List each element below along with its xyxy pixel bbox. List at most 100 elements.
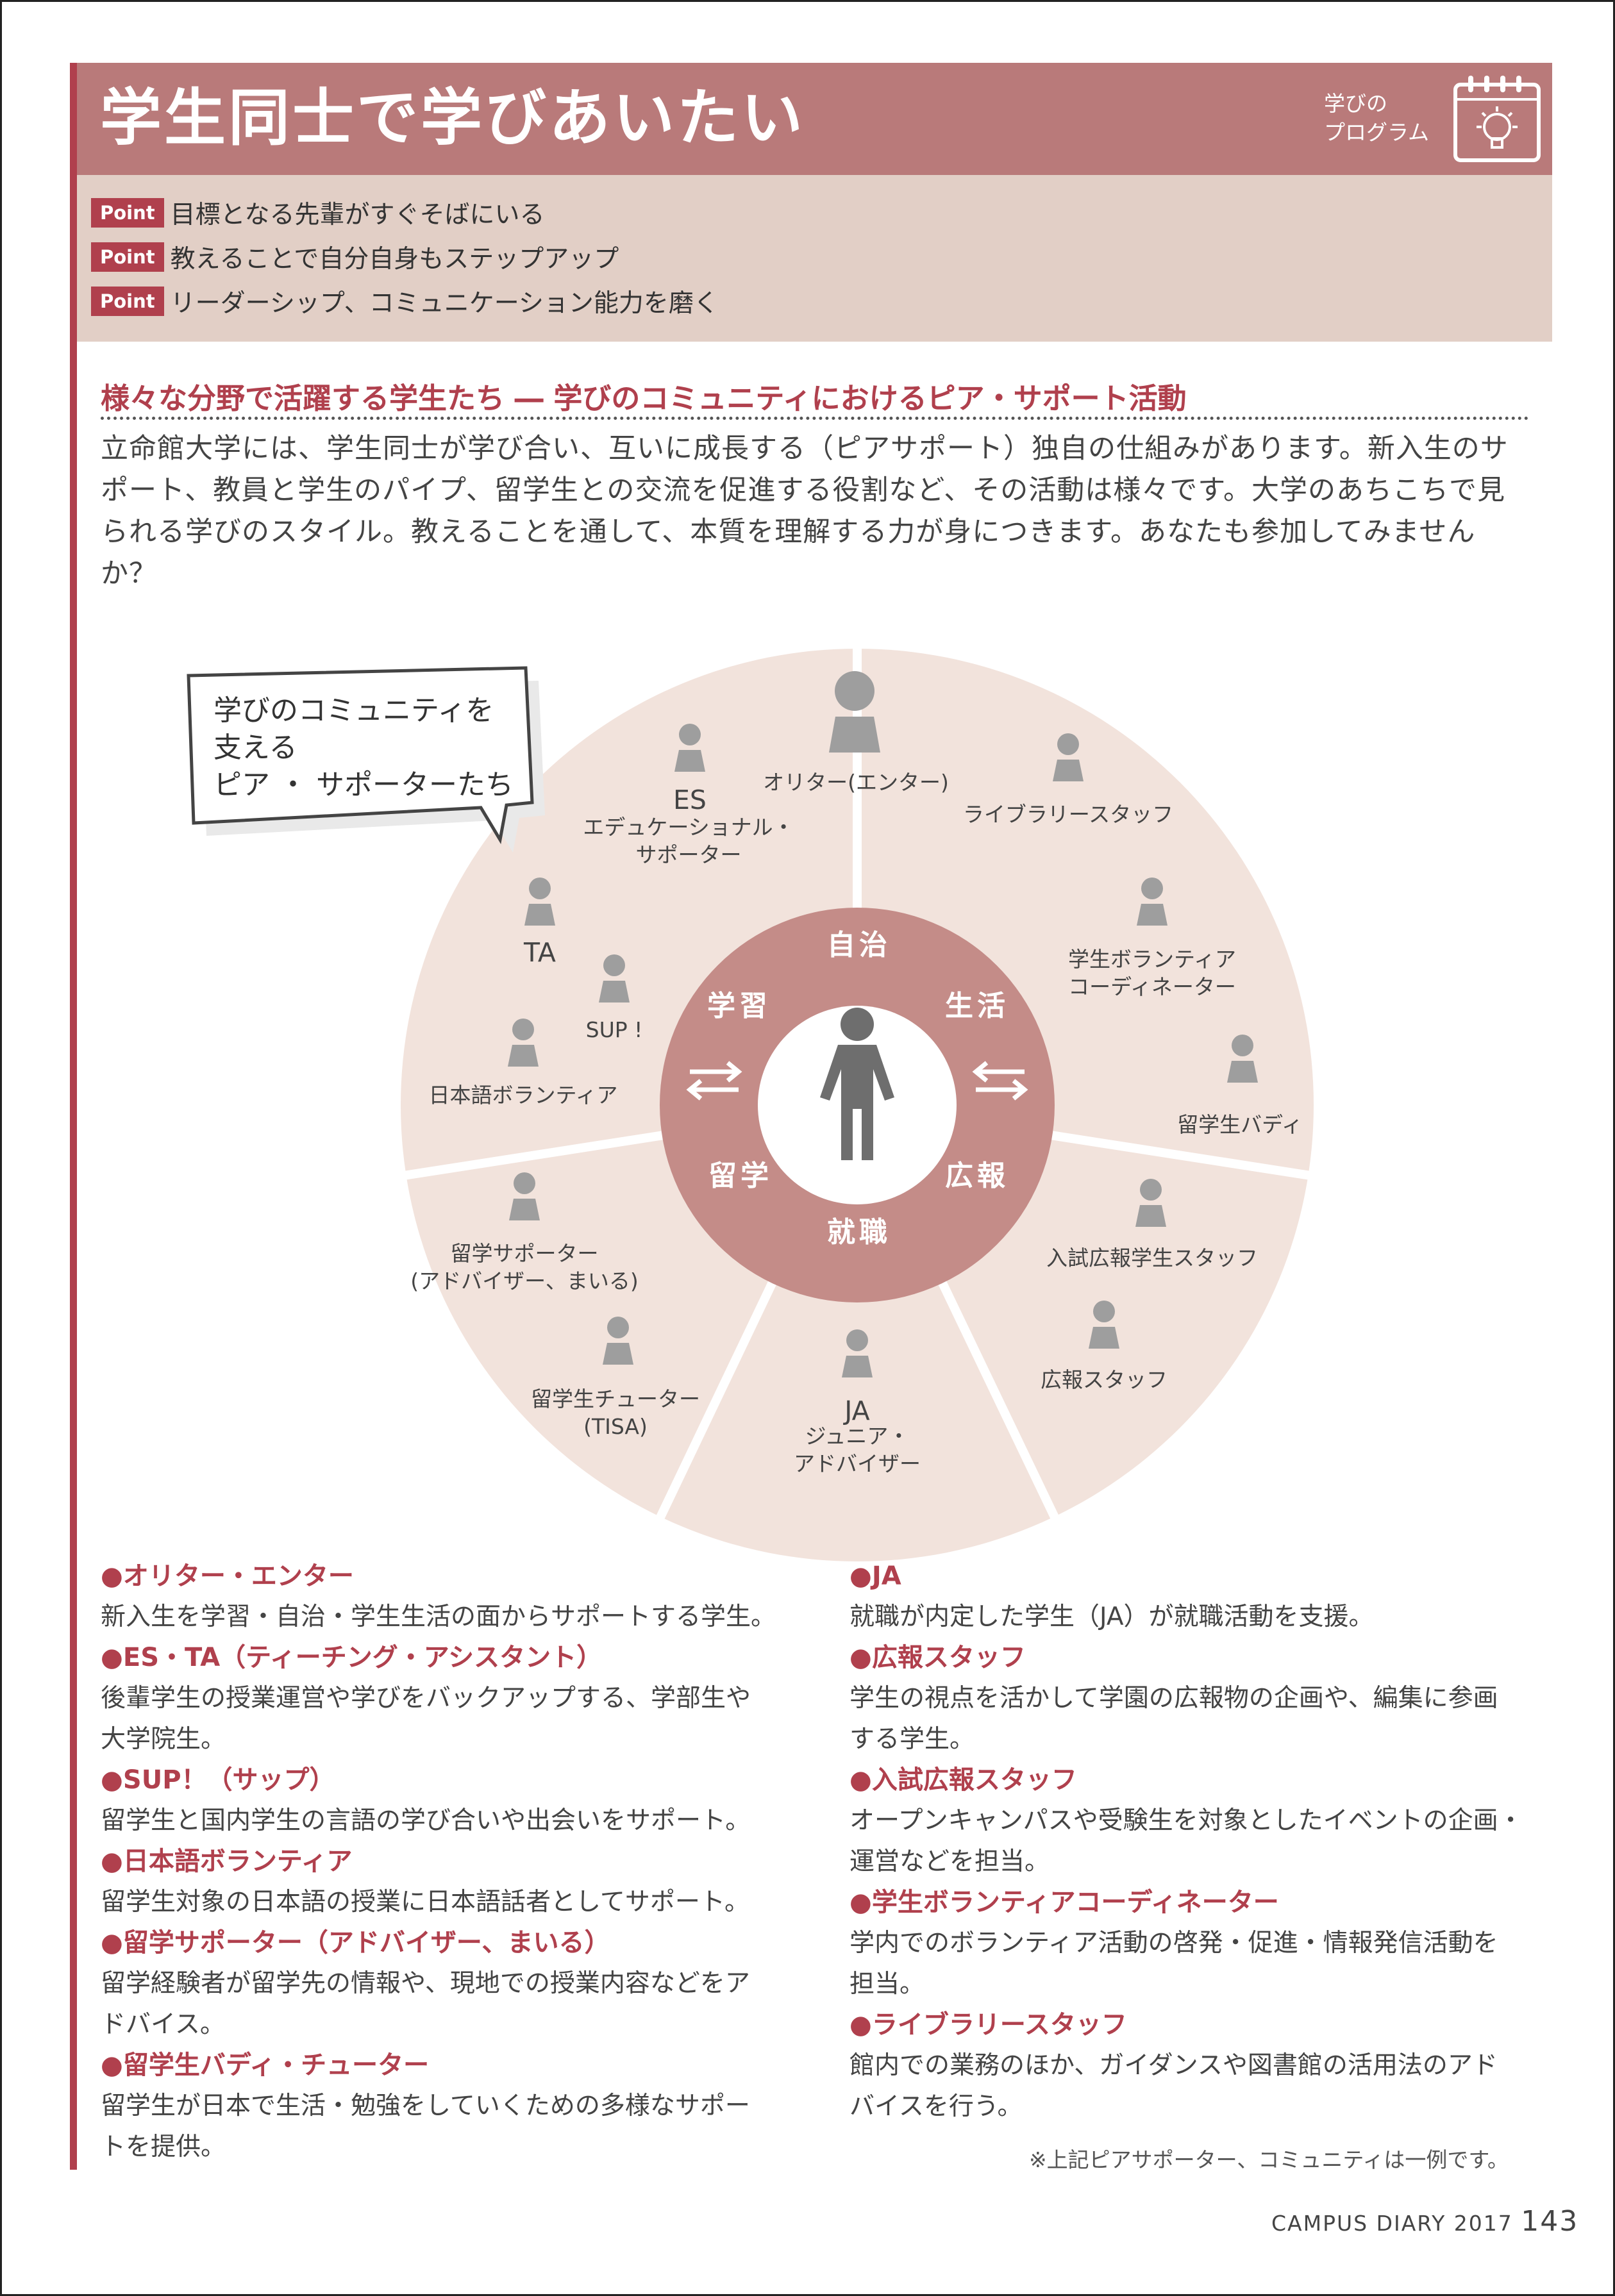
desc-title: ●学生ボランティアコーディネーター xyxy=(849,1888,1279,1917)
point-badge: Point xyxy=(91,197,164,228)
desc-body: する学生。 xyxy=(849,1725,975,1754)
desc-body: 学内でのボランティア活動の啓発・促進・情報発信活動を xyxy=(849,1929,1498,1958)
exchange-arrow-right-icon xyxy=(972,1061,1028,1101)
person-icon xyxy=(1227,1035,1258,1083)
desc-body: 就職が内定した学生（JA）が就職活動を支援。 xyxy=(849,1602,1374,1631)
topic-autonomy: 自治 xyxy=(827,929,891,961)
lightbulb-calendar-icon xyxy=(1453,76,1541,162)
role-pr-staff: 広報スタッフ xyxy=(1041,1367,1167,1392)
role-volunteer-coordinator-line: コーディネーター xyxy=(1068,974,1236,999)
role-library-staff: ライブラリースタッフ xyxy=(962,802,1174,827)
person-icon xyxy=(1053,733,1084,781)
desc-title: ●ES・TA（ティーチング・アシスタント） xyxy=(101,1643,603,1672)
role-japanese-volunteer: 日本語ボランティア xyxy=(428,1083,618,1108)
desc-body: 学生の視点を活かして学園の広報物の企画や、編集に参画 xyxy=(849,1684,1498,1713)
role-tutor-line: 留学生チューター xyxy=(531,1386,700,1411)
desc-body: 留学生が日本で生活・勉強をしていくための多様なサポー xyxy=(101,2092,750,2120)
page-footer: CAMPUS DIARY 2017 143 xyxy=(1271,2205,1578,2238)
desc-title: ●JA xyxy=(849,1561,901,1591)
center-circle xyxy=(758,1006,957,1204)
point-badge: Point xyxy=(91,242,164,272)
desc-body: 留学生対象の日本語の授業に日本語話者としてサポート。 xyxy=(101,1888,750,1917)
page-number: 143 xyxy=(1521,2205,1579,2238)
role-tutor: 留学生チューター (TISA) xyxy=(531,1386,700,1441)
topic-public-relations: 広報 xyxy=(945,1160,1009,1192)
descriptions-right: ●JA 就職が内定した学生（JA）が就職活動を支援。 ●広報スタッフ 学生の視点… xyxy=(849,1556,1548,2127)
speech-bubble-text: 学びのコミュニティを 支える ピア ・ サポーターたち xyxy=(213,694,514,801)
desc-body: トを提供。 xyxy=(101,2133,226,2161)
person-icon xyxy=(1089,1301,1119,1349)
publication-name: CAMPUS DIARY 2017 xyxy=(1271,2211,1513,2236)
topic-study: 学習 xyxy=(707,990,771,1022)
point-row: Point 目標となる先輩がすぐそばにいる xyxy=(91,195,544,230)
role-orientar: オリター(エンター) xyxy=(763,770,949,795)
desc-body: バイスを行う。 xyxy=(849,2092,1023,2121)
left-accent-rule xyxy=(70,63,77,2170)
person-icon xyxy=(674,724,705,772)
desc-body: ドバイス。 xyxy=(101,2010,225,2039)
role-tutor-line: (TISA) xyxy=(583,1413,648,1439)
role-ja-name: ジュニア・ アドバイザー xyxy=(794,1423,921,1478)
role-es-abbr: ES xyxy=(673,785,707,815)
desc-body: オープンキャンパスや受験生を対象としたイベントの企画・ xyxy=(849,1806,1523,1835)
role-study-abroad-supporter: 留学サポーター (アドバイザー、まいる) xyxy=(410,1240,638,1295)
desc-body: 新入生を学習・自治・学生生活の面からサポートする学生。 xyxy=(101,1602,776,1631)
desc-body: 担当。 xyxy=(849,1970,925,1999)
point-text: 教えることで自分自身もステップアップ xyxy=(170,245,619,274)
point-text: 目標となる先輩がすぐそばにいる xyxy=(170,201,545,229)
role-study-abroad-supporter-line: 留学サポーター xyxy=(450,1241,599,1266)
center-person-icon xyxy=(820,1008,894,1160)
person-icon xyxy=(842,1329,873,1377)
desc-body: 留学経験者が留学先の情報や、現地での授業内容などをア xyxy=(101,1969,750,1998)
desc-title: ●留学生バディ・チューター xyxy=(101,2051,430,2080)
person-icon xyxy=(1135,1179,1166,1227)
role-es-name: エデュケーショナル・ サポーター xyxy=(583,814,794,869)
section-heading: 様々な分野で活躍する学生たち ― 学びのコミュニティにおけるピア・サポート活動 xyxy=(101,381,1187,415)
desc-title: ●SUP！（サップ） xyxy=(101,1765,335,1795)
desc-body: 後輩学生の授業運営や学びをバックアップする、学部生や xyxy=(101,1684,751,1713)
desc-body: 大学院生。 xyxy=(101,1725,226,1754)
person-icon xyxy=(603,1317,633,1365)
point-row: Point 教えることで自分自身もステップアップ xyxy=(91,240,619,274)
desc-title: ●留学サポーター（アドバイザー、まいる） xyxy=(101,1928,610,1958)
topic-life: 生活 xyxy=(945,990,1009,1022)
role-ja-name-line: アドバイザー xyxy=(794,1451,921,1476)
footnote: ※上記ピアサポーター、コミュニティは一例です。 xyxy=(1029,2147,1509,2172)
intro-paragraph: 立命館大学には、学生同士が学び合い、互いに成長する（ピアサポート）独自の仕組みが… xyxy=(101,433,1509,590)
point-badge: Point xyxy=(91,286,164,317)
program-label-line-2: プログラム xyxy=(1324,119,1430,145)
topic-career: 就職 xyxy=(827,1216,891,1249)
point-row: Point リーダーシップ、コミュニケーション能力を磨く xyxy=(91,284,719,319)
role-volunteer-coordinator: 学生ボランティア コーディネーター xyxy=(1068,946,1236,1001)
role-es-name-line: エデュケーショナル・ xyxy=(583,815,794,840)
person-icon xyxy=(829,671,880,753)
desc-title: ●ライブラリースタッフ xyxy=(849,2010,1127,2040)
desc-title: ●日本語ボランティア xyxy=(101,1847,353,1876)
role-ta: TA xyxy=(524,937,556,968)
desc-body: 館内での業務のほか、ガイダンスや図書館の活用法のアド xyxy=(849,2051,1498,2080)
role-study-abroad-supporter-line: (アドバイザー、まいる) xyxy=(410,1268,639,1294)
dotted-divider xyxy=(101,417,1529,420)
role-sup: SUP ! xyxy=(585,1017,643,1042)
desc-body: 運営などを担当。 xyxy=(849,1847,1050,1876)
desc-title: ●オリター・エンター xyxy=(101,1561,354,1591)
person-icon xyxy=(599,954,630,1002)
exchange-arrow-left-icon xyxy=(686,1061,742,1101)
person-icon xyxy=(509,1172,540,1220)
desc-title: ●広報スタッフ xyxy=(849,1643,1026,1672)
program-label: 学びの プログラム xyxy=(1324,90,1429,147)
desc-body: 留学生と国内学生の言語の学び合いや出会いをサポート。 xyxy=(101,1806,751,1835)
desc-title: ●入試広報スタッフ xyxy=(849,1765,1077,1795)
page-title: 学生同士で学びあいたい xyxy=(100,82,805,154)
program-label-line-1: 学びの xyxy=(1324,91,1387,116)
role-admissions-pr-staff: 入試広報学生スタッフ xyxy=(1046,1245,1258,1270)
role-buddy: 留学生バディ xyxy=(1177,1112,1303,1137)
point-text: リーダーシップ、コミュニケーション能力を磨く xyxy=(170,289,719,318)
header-band: 学生同士で学びあいたい 学びの プログラム xyxy=(77,63,1552,175)
topic-study-abroad: 留学 xyxy=(708,1160,773,1192)
descriptions-left: ●オリター・エンター 新入生を学習・自治・学生生活の面からサポートする学生。 ●… xyxy=(101,1556,799,2168)
role-es-name-line: サポーター xyxy=(635,842,742,867)
role-ja-name-line: ジュニア・ xyxy=(805,1424,910,1449)
points-band: Point 目標となる先輩がすぐそばにいる Point 教えることで自分自身もス… xyxy=(77,175,1552,342)
person-icon xyxy=(508,1019,539,1067)
